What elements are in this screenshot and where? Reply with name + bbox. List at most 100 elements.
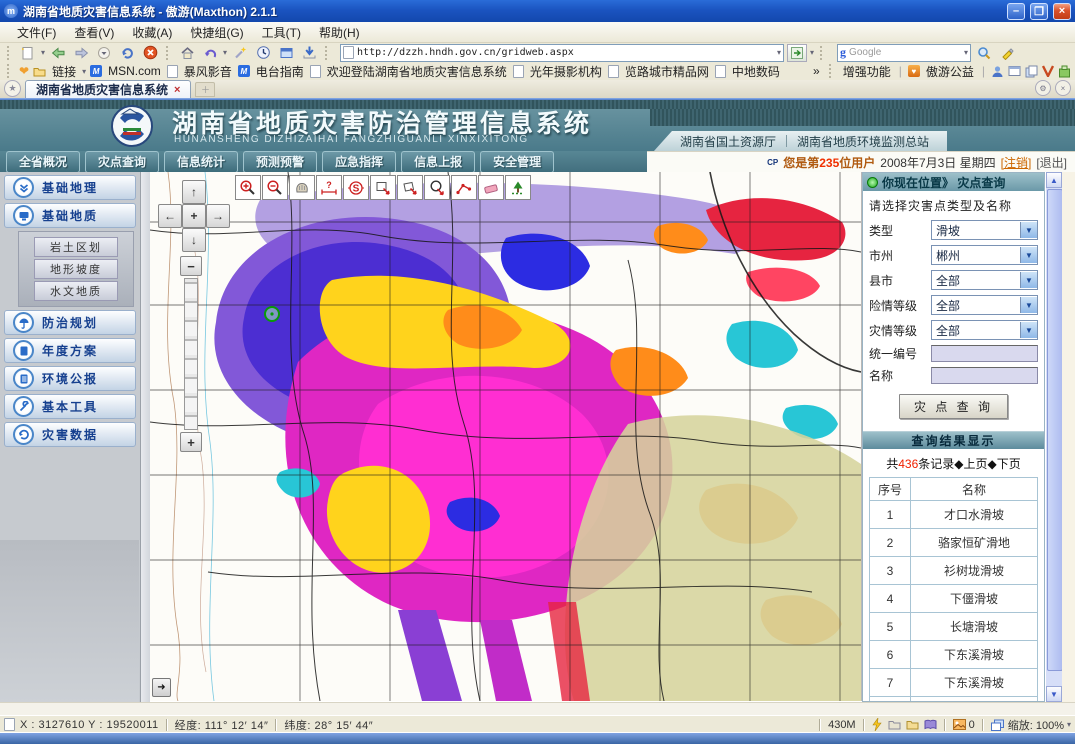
zoom-plus-button[interactable]: + <box>180 432 202 452</box>
nav-tab-report[interactable]: 信息上报 <box>401 151 475 173</box>
scroll-up-icon[interactable]: ▲ <box>1046 172 1062 188</box>
zoom-dropdown[interactable]: ▾ <box>1067 720 1071 729</box>
address-bar[interactable]: http://dzzh.hndh.gov.cn/gridweb.aspx ▾ <box>340 44 784 62</box>
table-row[interactable]: 5长塘滑坡 <box>870 613 1038 641</box>
measure-line-icon[interactable] <box>451 175 477 200</box>
home-icon[interactable] <box>177 44 197 61</box>
tabbar-settings-icon[interactable]: ⚙ <box>1035 80 1051 96</box>
tab-list-star-icon[interactable]: ★ <box>4 80 21 97</box>
map-jump-button[interactable]: ➜ <box>152 678 171 697</box>
menu-help[interactable]: 帮助(H) <box>310 22 369 43</box>
nav-tab-overview[interactable]: 全省概况 <box>6 151 80 173</box>
refresh-icon[interactable] <box>117 44 137 61</box>
links-folder-label[interactable]: 链接 <box>50 63 78 80</box>
scroll-down-icon[interactable]: ▼ <box>1046 686 1062 702</box>
sidebar-item-base-geography[interactable]: 基础地理 <box>4 175 136 200</box>
type-select[interactable]: 滑坡 ▼ <box>931 220 1038 240</box>
highlighter-icon[interactable] <box>997 44 1017 61</box>
link-msn[interactable]: MSN.com <box>106 64 163 78</box>
folder-icon[interactable] <box>888 719 901 730</box>
nav-tab-disaster-query[interactable]: 灾点查询 <box>85 151 159 173</box>
risk-level-select[interactable]: 全部 ▼ <box>931 295 1038 315</box>
chevron-down-icon[interactable]: ▼ <box>1020 222 1037 238</box>
clear-overlay-icon[interactable] <box>505 175 531 200</box>
new-page-dropdown[interactable]: ▾ <box>41 48 45 57</box>
history-icon[interactable] <box>253 44 273 61</box>
links-folder-dropdown[interactable]: ▾ <box>82 67 86 76</box>
sidebar-item-basic-tools[interactable]: 基本工具 <box>4 394 136 419</box>
page-scrollbar[interactable]: ▲ ▼ <box>1046 172 1062 702</box>
zoom-out-icon[interactable] <box>262 175 288 200</box>
pages-icon[interactable] <box>1025 65 1038 78</box>
nav-tab-security[interactable]: 安全管理 <box>480 151 554 173</box>
go-button[interactable] <box>787 44 807 62</box>
sidebar-item-annual-plan[interactable]: 年度方案 <box>4 338 136 363</box>
link-land-resources-dept[interactable]: 湖南省国土资源厅 <box>680 133 776 150</box>
back-icon[interactable] <box>48 44 68 61</box>
pan-up-button[interactable]: ↑ <box>182 180 206 204</box>
exit-link[interactable]: [退出] <box>1036 154 1067 171</box>
zoom-level[interactable]: 缩放: 100% <box>1008 717 1064 733</box>
toolbar-grip[interactable] <box>325 46 330 60</box>
sidebar-item-disaster-data[interactable]: 灾害数据 <box>4 422 136 447</box>
chevron-down-icon[interactable]: ▼ <box>1020 297 1037 313</box>
sidebar-subitem-terrain-slope[interactable]: 地形坡度 <box>34 259 118 279</box>
table-row[interactable]: 2骆家恒矿滑地 <box>870 529 1038 557</box>
nav-tab-emergency[interactable]: 应急指挥 <box>322 151 396 173</box>
toolbar-grip[interactable] <box>166 46 171 60</box>
pan-center-button[interactable]: + <box>182 204 206 228</box>
link-photo-studio[interactable]: 光年摄影机构 <box>528 63 604 80</box>
polygon-select-icon[interactable] <box>397 175 423 200</box>
links-overflow-chevron[interactable]: » <box>811 64 822 78</box>
geology-map-image[interactable] <box>150 172 861 701</box>
table-row[interactable]: 4下僵滑坡 <box>870 585 1038 613</box>
link-panel-icon[interactable] <box>276 44 296 61</box>
sidebar-item-env-bulletin[interactable]: 环境公报 <box>4 366 136 391</box>
address-url[interactable]: http://dzzh.hndh.gov.cn/gridweb.aspx <box>357 47 774 58</box>
search-placeholder[interactable]: Google <box>849 47 961 58</box>
undo-dropdown[interactable]: ▾ <box>223 48 227 57</box>
pan-down-button[interactable]: ↓ <box>182 228 206 252</box>
zoom-in-icon[interactable] <box>235 175 261 200</box>
image-counter-icon[interactable] <box>953 719 966 730</box>
tabbar-close-icon[interactable]: × <box>1055 80 1071 96</box>
chevron-down-icon[interactable]: ▼ <box>1020 322 1037 338</box>
table-row[interactable]: 7下东溪滑坡 <box>870 669 1038 697</box>
search-box[interactable]: g Google ▾ <box>837 44 971 62</box>
book-icon[interactable] <box>924 719 937 730</box>
search-magnifier-icon[interactable] <box>974 44 994 61</box>
sidebar-subitem-hydrogeology[interactable]: 水文地质 <box>34 281 118 301</box>
minimize-button[interactable]: – <box>1007 3 1025 20</box>
menu-groups[interactable]: 快捷组(G) <box>181 22 252 43</box>
prev-page-link[interactable]: ◆上页 <box>954 457 987 471</box>
map-viewport[interactable]: ? S <box>150 172 862 701</box>
plugin-icon[interactable] <box>1058 65 1071 78</box>
menu-favorites[interactable]: 收藏(A) <box>123 22 181 43</box>
address-dropdown[interactable]: ▾ <box>777 48 781 57</box>
city-select[interactable]: 郴州 ▼ <box>931 245 1038 265</box>
lightning-icon[interactable] <box>872 718 883 731</box>
stop-icon[interactable] <box>140 44 160 61</box>
pan-right-button[interactable]: → <box>206 204 230 228</box>
disaster-level-select[interactable]: 全部 ▼ <box>931 320 1038 340</box>
sidebar-splitter[interactable] <box>141 172 150 702</box>
folder-new-icon[interactable] <box>906 719 919 730</box>
zoom-slider-track[interactable] <box>184 278 198 430</box>
nav-tab-statistics[interactable]: 信息统计 <box>164 151 238 173</box>
logout-link[interactable]: [注销] <box>1001 154 1032 171</box>
favorites-heart-icon[interactable]: ❤ <box>19 64 29 78</box>
zoom-minus-button[interactable]: − <box>180 256 202 276</box>
undo-icon[interactable] <box>200 44 220 61</box>
enhanced-features-link[interactable]: 增强功能 <box>841 63 893 80</box>
menu-view[interactable]: 查看(V) <box>65 22 123 43</box>
maxthon-charity-link[interactable]: 傲游公益 <box>924 63 976 80</box>
download-icon[interactable] <box>299 44 319 61</box>
close-button[interactable]: × <box>1053 3 1071 20</box>
table-row[interactable]: 6下东溪滑坡 <box>870 641 1038 669</box>
link-geo-env-station[interactable]: 湖南省地质环境监测总站 <box>797 133 929 150</box>
window-zoom-icon[interactable] <box>991 719 1004 731</box>
sidebar-item-base-geology[interactable]: 基础地质 <box>4 203 136 228</box>
linksbar-grip[interactable] <box>829 64 834 78</box>
table-row[interactable]: 1才口水滑坡 <box>870 501 1038 529</box>
full-extent-icon[interactable]: S <box>343 175 369 200</box>
